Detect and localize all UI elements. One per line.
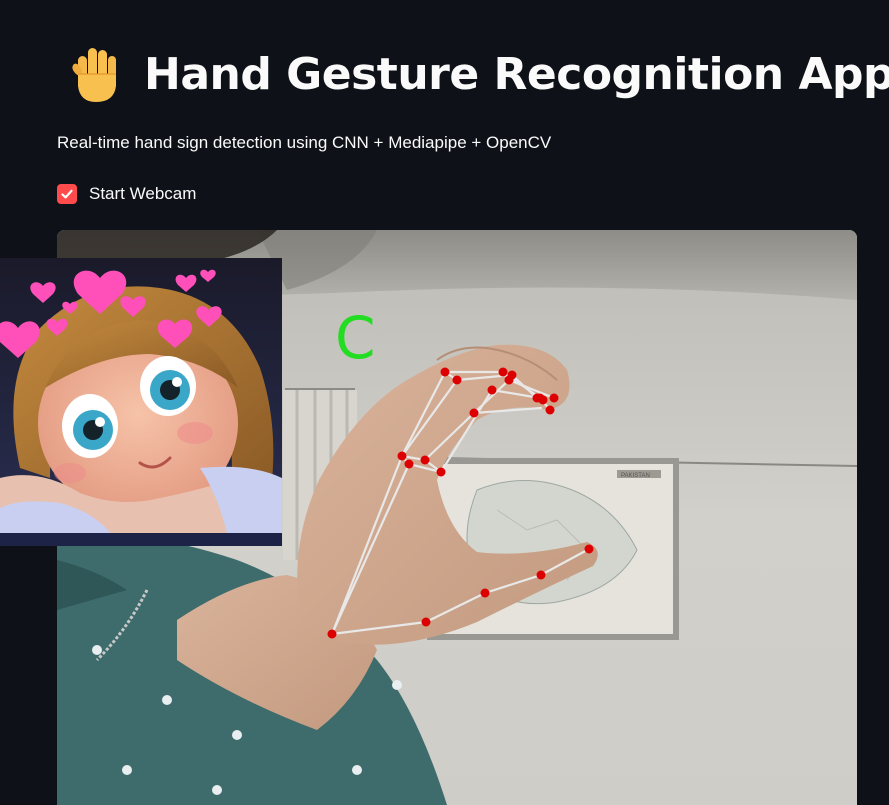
start-webcam-label: Start Webcam — [89, 184, 197, 203]
app-root: Hand Gesture Recognition App Real-time h… — [0, 0, 889, 805]
overlay-sticker-image — [0, 258, 282, 546]
map-label: PAKISTAN — [621, 473, 650, 479]
prediction-label: C — [335, 304, 376, 372]
header: Hand Gesture Recognition App — [68, 44, 889, 104]
raised-hand-icon — [72, 48, 116, 102]
checkbox-checked-icon[interactable] — [57, 184, 77, 204]
start-webcam-checkbox[interactable]: Start Webcam — [57, 184, 196, 204]
page-title: Hand Gesture Recognition App — [144, 48, 889, 100]
page-subtitle: Real-time hand sign detection using CNN … — [57, 133, 552, 152]
